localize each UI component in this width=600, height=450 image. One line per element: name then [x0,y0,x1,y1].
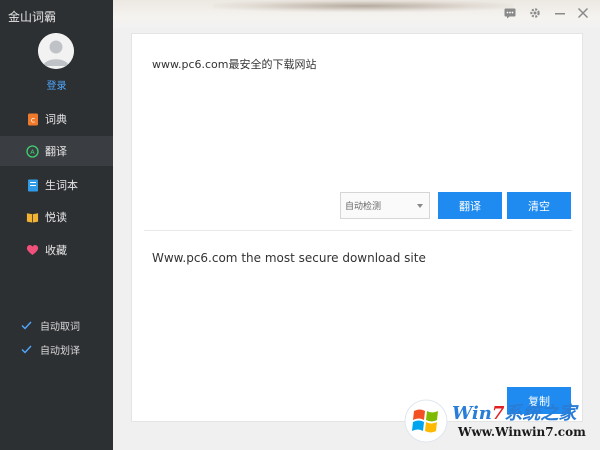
translation-result: Www.pc6.com the most secure download sit… [152,251,426,265]
avatar[interactable] [38,33,74,69]
sidebar-item-label: 悦读 [45,211,67,224]
source-text-input[interactable]: www.pc6.com最安全的下载网站 [152,56,317,72]
sidebar-item-reading[interactable]: 悦读 [0,202,113,232]
minimize-icon[interactable] [553,6,567,20]
dictionary-icon: c [26,113,39,126]
wordbook-icon [26,179,39,192]
sidebar-item-dictionary[interactable]: c 词典 [0,104,113,134]
gear-icon[interactable] [528,6,542,20]
divider [144,230,572,231]
auto-select-translate-option[interactable]: 自动划译 [20,342,80,357]
watermark-url: Www.Winwin7.com [458,425,586,439]
check-icon[interactable] [20,320,32,332]
reading-icon [26,211,39,224]
chevron-down-icon [417,204,423,208]
login-link[interactable]: 登录 [0,77,113,92]
sidebar-item-favorites[interactable]: 收藏 [0,235,113,265]
clear-button[interactable]: 清空 [507,192,571,219]
user-avatar-icon [38,33,74,69]
close-icon[interactable] [576,6,590,20]
sidebar-item-translate[interactable]: A 翻译 [0,136,113,166]
check-icon[interactable] [20,344,32,356]
sidebar-item-label: 生词本 [45,179,78,192]
svg-text:c: c [30,115,34,124]
language-select-value: 自动检测 [345,202,382,212]
sidebar-item-label: 词典 [45,113,67,126]
sidebar-item-label: 翻译 [45,145,67,158]
heart-icon [26,244,39,257]
message-icon[interactable] [503,6,517,20]
svg-text:A: A [30,148,35,156]
translate-icon: A [26,144,39,158]
title-bar-background [213,0,513,12]
sidebar-item-wordbook[interactable]: 生词本 [0,170,113,200]
language-select[interactable]: 自动检测 [340,192,430,219]
option-label: 自动取词 [40,322,80,333]
auto-capture-option[interactable]: 自动取词 [20,318,80,333]
title-bar[interactable] [113,0,600,28]
sidebar: 金山词霸 登录 c 词典 A 翻译 生词本 悦读 收藏 自动取词 自动划译 [0,0,113,450]
watermark: Win7系统之家 Www.Winwin7.com [398,393,600,450]
watermark-brand: Win7系统之家 [452,403,577,424]
translate-button[interactable]: 翻译 [438,192,502,219]
translate-panel: www.pc6.com最安全的下载网站 自动检测 翻译 清空 Www.pc6.c… [131,33,583,422]
sidebar-item-label: 收藏 [45,244,67,257]
windows-logo-icon [404,399,448,443]
app-title: 金山词霸 [8,10,57,24]
option-label: 自动划译 [40,346,80,357]
